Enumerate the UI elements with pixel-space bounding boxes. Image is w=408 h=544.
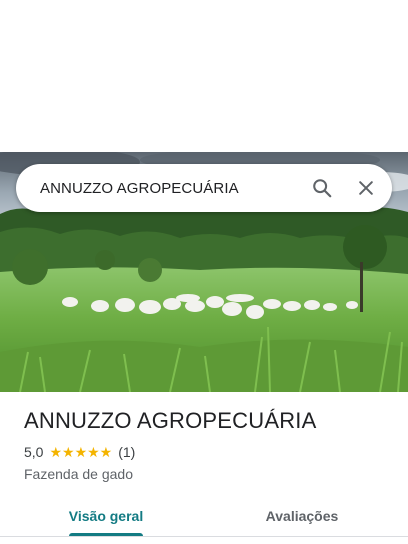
map-area-blank	[0, 0, 408, 152]
rating-value: 5,0	[24, 444, 44, 460]
place-title: ANNUZZO AGROPECUÁRIA	[24, 408, 317, 433]
stars-text: ★★★★★	[49, 444, 113, 460]
close-icon[interactable]	[348, 170, 384, 206]
search-input[interactable]: ANNUZZO AGROPECUÁRIA	[40, 180, 304, 197]
review-count[interactable]: (1)	[118, 444, 135, 460]
tab-bar: Visão geral Avaliações	[0, 496, 408, 540]
search-icon[interactable]	[304, 170, 340, 206]
search-bar[interactable]: ANNUZZO AGROPECUÁRIA	[16, 164, 392, 212]
rating-row[interactable]: 5,0 ★★★★★ (1)	[24, 444, 135, 460]
star-rating-icon: ★★★★★	[49, 445, 112, 459]
place-category[interactable]: Fazenda de gado	[24, 466, 133, 482]
tab-divider	[0, 536, 408, 537]
tab-overview[interactable]: Visão geral	[56, 496, 156, 536]
tab-reviews[interactable]: Avaliações	[252, 496, 352, 536]
